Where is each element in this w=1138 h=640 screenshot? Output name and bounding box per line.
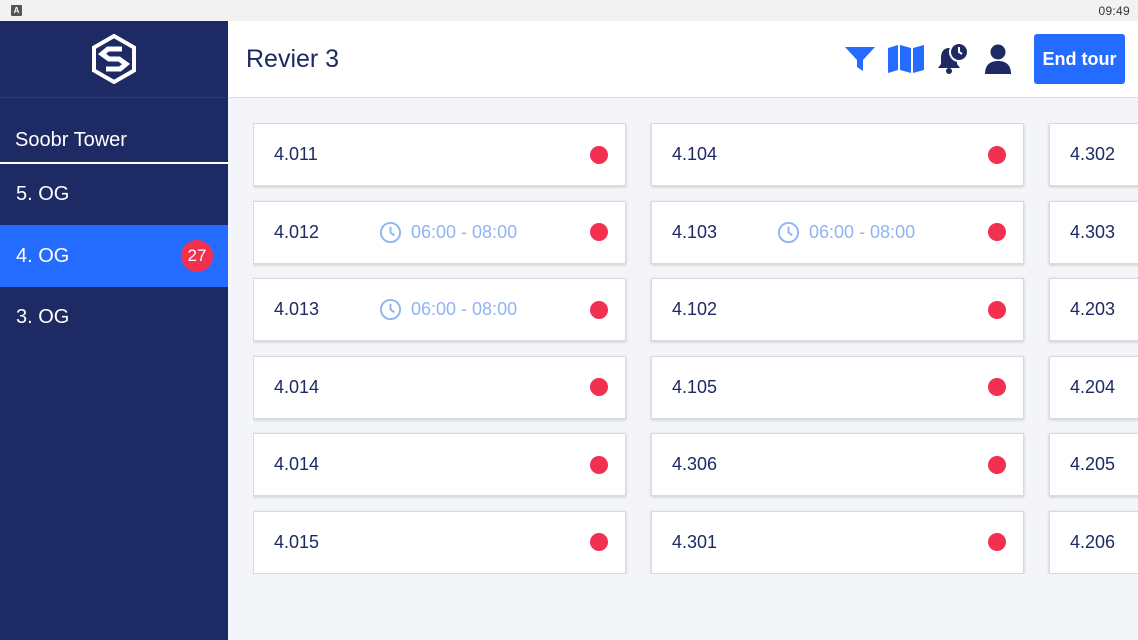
status-bar: A 09:49 xyxy=(0,0,1138,21)
room-number: 4.013 xyxy=(274,299,320,319)
room-number: 4.104 xyxy=(672,144,718,164)
room-card[interactable]: 4.014 xyxy=(253,433,626,496)
status-dot xyxy=(590,378,608,396)
room-number: 4.203 xyxy=(1070,299,1116,319)
status-dot xyxy=(988,300,1006,319)
status-dot xyxy=(988,223,1006,241)
room-number: 4.204 xyxy=(1070,376,1116,397)
room-time-window: 06:00 - 08:00 xyxy=(379,298,590,321)
status-dot xyxy=(988,145,1006,164)
end-tour-button[interactable]: End tour xyxy=(1034,34,1125,84)
room-card[interactable]: 4.205 xyxy=(1049,433,1138,496)
room-card[interactable]: 4.104 xyxy=(651,123,1024,186)
room-card[interactable]: 4.105 xyxy=(651,355,1024,419)
room-number: 4.014 xyxy=(274,454,320,474)
floor-label: 3. OG xyxy=(16,306,70,328)
room-number: 4.303 xyxy=(1070,221,1116,242)
logo-area xyxy=(0,21,228,98)
room-number: 4.015 xyxy=(274,531,320,552)
floor-label: 4. OG xyxy=(16,244,70,267)
room-card[interactable]: 4.206 xyxy=(1049,510,1138,574)
floor-item[interactable]: 3. OG xyxy=(0,288,228,347)
map-button[interactable] xyxy=(884,37,928,81)
soobr-logo-icon xyxy=(92,34,136,84)
status-dot xyxy=(590,533,608,551)
status-dot xyxy=(590,455,608,474)
status-dot xyxy=(590,300,608,319)
status-dot xyxy=(988,455,1006,474)
floor-item[interactable]: 4. OG 27 xyxy=(0,225,228,287)
filter-icon xyxy=(845,47,875,71)
room-number: 4.301 xyxy=(672,531,718,552)
room-card[interactable]: 4.306 xyxy=(651,433,1024,496)
filter-button[interactable] xyxy=(838,37,882,81)
room-number: 4.103 xyxy=(672,221,718,242)
room-grid: 4.011 4.012 06:00 - 08:00 4.013 06:00 - 08:0… xyxy=(253,123,1138,574)
status-dot xyxy=(988,378,1006,396)
room-number: 4.302 xyxy=(1070,144,1116,164)
building-name: Soobr Tower xyxy=(0,98,228,164)
clock-icon xyxy=(379,298,402,321)
room-number: 4.205 xyxy=(1070,454,1116,474)
bell-clock-icon xyxy=(938,42,969,74)
floor-label: 5. OG xyxy=(16,183,70,205)
notifications-button[interactable] xyxy=(930,37,974,81)
room-card[interactable]: 4.015 xyxy=(253,510,626,574)
clock-icon xyxy=(777,221,800,243)
page-title: Revier 3 xyxy=(246,44,340,73)
room-time-text: 06:00 - 08:00 xyxy=(411,221,518,242)
room-card[interactable]: 4.302 xyxy=(1049,123,1138,186)
floor-item[interactable]: 5. OG xyxy=(0,165,228,224)
room-number: 4.011 xyxy=(274,144,318,164)
room-number: 4.206 xyxy=(1070,531,1116,552)
sidebar: Soobr Tower 5. OG 4. OG 27 3. OG xyxy=(0,21,228,640)
room-number: 4.102 xyxy=(672,299,718,319)
map-icon xyxy=(888,45,924,73)
room-card[interactable]: 4.011 xyxy=(253,123,626,186)
clock-icon xyxy=(379,221,402,243)
profile-button[interactable] xyxy=(976,37,1020,81)
room-card[interactable]: 4.203 xyxy=(1049,278,1138,341)
room-card[interactable]: 4.301 xyxy=(651,510,1024,574)
floor-list: 5. OG 4. OG 27 3. OG xyxy=(0,165,228,347)
room-number: 4.014 xyxy=(274,376,320,397)
room-card[interactable]: 4.204 xyxy=(1049,355,1138,419)
room-card[interactable]: 4.102 xyxy=(651,278,1024,341)
room-time-window: 06:00 - 08:00 xyxy=(777,221,988,244)
room-card[interactable]: 4.014 xyxy=(253,355,626,419)
header: Revier 3 End tour xyxy=(228,21,1138,98)
room-card[interactable]: 4.012 06:00 - 08:00 xyxy=(253,200,626,264)
status-dot xyxy=(988,533,1006,551)
room-number: 4.012 xyxy=(274,221,320,242)
room-time-text: 06:00 - 08:00 xyxy=(809,221,916,242)
room-time-text: 06:00 - 08:00 xyxy=(411,299,518,319)
room-card[interactable]: 4.103 06:00 - 08:00 xyxy=(651,200,1024,264)
status-time: 09:49 xyxy=(1098,3,1130,18)
app-indicator-icon: A xyxy=(11,5,22,16)
room-number: 4.306 xyxy=(672,454,718,474)
status-dot xyxy=(590,145,608,164)
room-number: 4.105 xyxy=(672,376,718,397)
room-time-window: 06:00 - 08:00 xyxy=(379,221,590,244)
floor-count-badge: 27 xyxy=(181,240,213,272)
room-card[interactable]: 4.013 06:00 - 08:00 xyxy=(253,278,626,341)
user-icon xyxy=(985,44,1011,74)
status-dot xyxy=(590,223,608,241)
room-card[interactable]: 4.303 xyxy=(1049,200,1138,264)
